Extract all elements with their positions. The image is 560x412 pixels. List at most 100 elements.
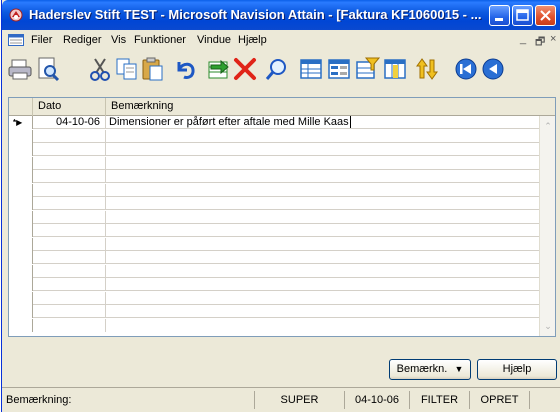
mdi-close-button[interactable]: × (550, 33, 556, 45)
row-selector[interactable] (9, 129, 33, 143)
cell-dato[interactable] (33, 264, 106, 278)
table-row[interactable] (9, 264, 539, 278)
row-selector[interactable] (9, 251, 33, 264)
row-selector[interactable]: *▶ (9, 116, 33, 129)
cell-dato[interactable] (33, 318, 106, 332)
row-selector[interactable] (9, 305, 33, 318)
cell-bemaerkning[interactable] (106, 157, 539, 170)
cell-bemaerkning[interactable] (106, 292, 539, 305)
cell-dato[interactable] (33, 224, 106, 237)
table-row[interactable] (9, 251, 539, 264)
column-header-bemaerkning[interactable]: Bemærkning (106, 98, 539, 116)
cell-dato[interactable] (33, 156, 106, 170)
insert-icon[interactable] (205, 56, 231, 82)
form-icon[interactable] (326, 56, 352, 82)
table-row[interactable] (9, 237, 539, 251)
column-header-dato[interactable]: Dato (33, 98, 106, 116)
cell-bemaerkning[interactable] (106, 184, 539, 197)
table-row[interactable] (9, 183, 539, 197)
row-selector[interactable] (9, 197, 33, 210)
cell-bemaerkning[interactable] (106, 224, 539, 237)
form-menu-icon[interactable] (8, 34, 24, 46)
print-preview-icon[interactable] (35, 56, 61, 82)
print-icon[interactable] (7, 56, 33, 82)
flowfilter-icon[interactable] (382, 56, 408, 82)
menu-hjaelp[interactable]: Hjælp (238, 34, 267, 46)
cell-dato[interactable] (33, 210, 106, 224)
row-selector[interactable] (9, 210, 33, 224)
cell-dato[interactable] (33, 143, 106, 156)
menu-rediger[interactable]: Rediger (63, 34, 102, 46)
cell-bemaerkning[interactable] (106, 211, 539, 224)
table-row[interactable] (9, 278, 539, 291)
help-button[interactable]: Hjælp (477, 359, 557, 380)
cell-dato[interactable] (33, 237, 106, 251)
cell-bemaerkning[interactable] (106, 278, 539, 291)
delete-icon[interactable] (232, 56, 258, 82)
cell-bemaerkning[interactable] (106, 197, 539, 210)
cell-dato[interactable] (33, 197, 106, 210)
menu-vis[interactable]: Vis (111, 34, 126, 46)
cell-bemaerkning[interactable] (106, 238, 539, 251)
menu-funktioner[interactable]: Funktioner (134, 34, 186, 46)
cell-dato[interactable] (33, 278, 106, 291)
first-icon[interactable] (453, 56, 479, 82)
scroll-up-arrow-icon[interactable]: ⌃ (541, 119, 555, 133)
row-selector[interactable] (9, 278, 33, 291)
title-bar[interactable]: Haderslev Stift TEST - Microsoft Navisio… (2, 0, 560, 30)
table-row[interactable] (9, 210, 539, 224)
cell-dato[interactable] (33, 183, 106, 197)
cut-icon[interactable] (87, 56, 113, 82)
table-row[interactable] (9, 197, 539, 210)
sort-icon[interactable] (414, 56, 440, 82)
vertical-scrollbar[interactable]: ⌃ ⌄ (539, 116, 555, 336)
row-selector[interactable] (9, 170, 33, 183)
previous-icon[interactable] (480, 56, 506, 82)
cell-bemaerkning[interactable] (106, 143, 539, 156)
table-row[interactable] (9, 318, 539, 332)
cell-dato[interactable] (33, 291, 106, 305)
undo-icon[interactable] (172, 56, 198, 82)
row-selector[interactable] (9, 224, 33, 237)
cell-bemaerkning[interactable] (106, 265, 539, 278)
close-button[interactable] (535, 5, 556, 26)
menu-vindue[interactable]: Vindue (197, 34, 231, 46)
table-row[interactable]: *▶ 04-10-06 Dimensioner er påført efter … (9, 116, 539, 129)
row-selector[interactable] (9, 318, 33, 332)
maximize-button[interactable] (512, 5, 533, 26)
row-selector[interactable] (9, 183, 33, 197)
cell-bemaerkning[interactable] (106, 130, 539, 143)
table-row[interactable] (9, 170, 539, 183)
table-icon[interactable] (298, 56, 324, 82)
menu-filer[interactable]: Filer (31, 34, 52, 46)
table-row[interactable] (9, 305, 539, 318)
paste-icon[interactable] (140, 56, 166, 82)
cell-bemaerkning[interactable] (106, 251, 539, 264)
cell-dato[interactable]: 04-10-06 (33, 116, 106, 129)
row-selector[interactable] (9, 264, 33, 278)
cell-dato[interactable] (33, 129, 106, 143)
table-row[interactable] (9, 156, 539, 170)
cell-bemaerkning[interactable]: Dimensioner er påført efter aftale med M… (106, 116, 539, 129)
cell-bemaerkning[interactable] (106, 305, 539, 318)
cell-dato[interactable] (33, 251, 106, 264)
filter-icon[interactable] (354, 56, 380, 82)
copy-icon[interactable] (114, 56, 140, 82)
cell-bemaerkning[interactable] (106, 170, 539, 183)
row-selector[interactable] (9, 237, 33, 251)
row-selector[interactable] (9, 291, 33, 305)
table-row[interactable] (9, 224, 539, 237)
cell-bemaerkning[interactable] (106, 319, 539, 332)
row-selector[interactable] (9, 156, 33, 170)
mdi-minimize-button[interactable]: _ (520, 33, 526, 45)
row-selector[interactable] (9, 143, 33, 156)
cell-dato[interactable] (33, 305, 106, 318)
scroll-down-arrow-icon[interactable]: ⌄ (541, 319, 555, 333)
table-row[interactable] (9, 143, 539, 156)
table-row[interactable] (9, 129, 539, 143)
cell-dato[interactable] (33, 170, 106, 183)
find-icon[interactable] (264, 56, 290, 82)
table-row[interactable] (9, 291, 539, 305)
remarks-menu-button[interactable]: Bemærkn. ▼ (389, 359, 471, 380)
minimize-button[interactable] (489, 5, 510, 26)
